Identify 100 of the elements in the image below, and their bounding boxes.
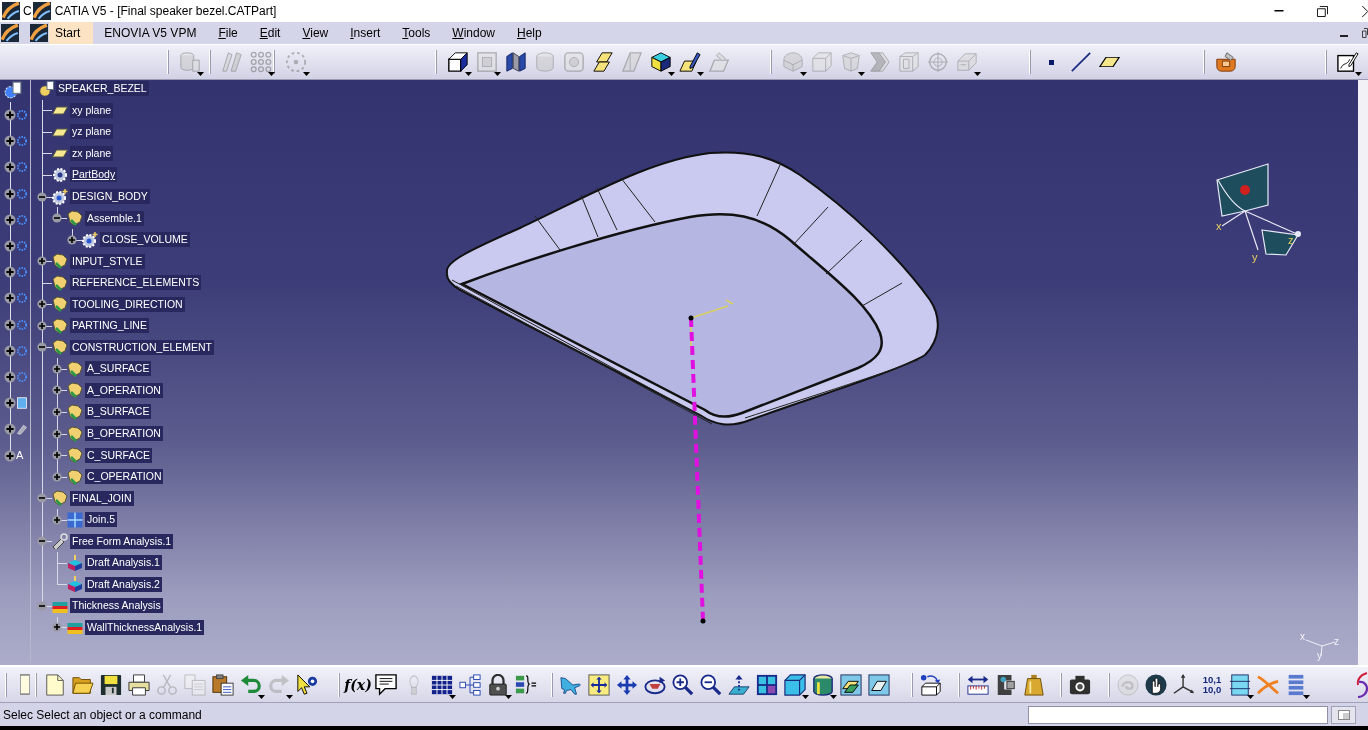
cube-view-icon[interactable] bbox=[784, 673, 806, 696]
shaded-cylinder-icon[interactable] bbox=[812, 673, 834, 696]
clamp-icon[interactable] bbox=[995, 673, 1017, 696]
box-view-icon[interactable] bbox=[1229, 673, 1251, 696]
swap-space-icon[interactable] bbox=[868, 673, 890, 696]
expand-icon[interactable] bbox=[37, 256, 47, 267]
tree-node[interactable]: B_OPERATION bbox=[85, 426, 163, 441]
cube-icon[interactable] bbox=[649, 51, 672, 73]
tree-node[interactable]: REFERENCE_ELEMENTS bbox=[70, 275, 202, 291]
expand-icon[interactable] bbox=[4, 240, 16, 253]
expand-icon[interactable] bbox=[4, 344, 16, 357]
new-document-icon[interactable] bbox=[44, 673, 66, 696]
expand-icon[interactable] bbox=[52, 428, 62, 439]
tree-node[interactable]: C_SURFACE bbox=[85, 447, 152, 463]
app-icon[interactable] bbox=[1, 24, 19, 42]
point-icon[interactable] bbox=[1049, 59, 1054, 65]
menu-item[interactable]: Insert bbox=[339, 22, 392, 44]
expand-icon[interactable] bbox=[37, 320, 47, 331]
restore-icon[interactable] bbox=[1317, 5, 1328, 17]
axis-icon[interactable] bbox=[1173, 673, 1195, 696]
close-icon[interactable] bbox=[1362, 5, 1368, 17]
draft-analysis-icon[interactable] bbox=[67, 576, 83, 593]
dropdown-caret-icon[interactable] bbox=[697, 72, 704, 76]
expand-icon[interactable] bbox=[4, 370, 16, 383]
printer-icon[interactable] bbox=[128, 673, 150, 696]
dropdown-caret-icon[interactable] bbox=[1355, 72, 1362, 76]
collapse-icon[interactable] bbox=[52, 213, 62, 224]
tree-node[interactable]: C_OPERATION bbox=[85, 469, 164, 485]
tree-node[interactable]: yz plane bbox=[70, 124, 114, 140]
dropdown-caret-icon[interactable] bbox=[830, 694, 837, 699]
dropdown-caret-icon[interactable] bbox=[505, 694, 512, 699]
blank-panel-icon[interactable] bbox=[20, 674, 30, 695]
tree-node[interactable]: B_SURFACE bbox=[85, 404, 152, 420]
list-equals-icon[interactable] bbox=[515, 673, 537, 696]
menu-item[interactable]: Help bbox=[506, 22, 553, 44]
dropdown-caret-icon[interactable] bbox=[668, 72, 675, 76]
set-icon[interactable] bbox=[52, 296, 68, 313]
set-icon[interactable] bbox=[67, 360, 83, 377]
normal-view-icon[interactable] bbox=[728, 673, 750, 696]
menu-item[interactable]: Window bbox=[441, 22, 506, 44]
set-icon[interactable] bbox=[52, 253, 68, 270]
gear-icon[interactable] bbox=[52, 166, 68, 183]
expand-icon[interactable] bbox=[4, 213, 16, 226]
expand-icon[interactable] bbox=[4, 187, 16, 200]
tree-node[interactable]: xy plane bbox=[70, 102, 114, 118]
collapse-icon[interactable] bbox=[37, 600, 47, 611]
set-icon[interactable] bbox=[52, 490, 68, 507]
hierarchy-icon[interactable] bbox=[459, 673, 481, 696]
sketch-pencil-icon[interactable] bbox=[1336, 51, 1359, 73]
menu-item[interactable]: Edit bbox=[248, 22, 292, 44]
menu-item[interactable]: Start bbox=[49, 22, 94, 44]
hide-show-icon[interactable] bbox=[840, 673, 862, 696]
set-icon[interactable] bbox=[52, 274, 68, 291]
collapse-icon[interactable] bbox=[37, 191, 47, 202]
app-icon[interactable] bbox=[30, 24, 48, 42]
app-icon[interactable] bbox=[2, 2, 20, 20]
dropdown-caret-icon[interactable] bbox=[1247, 694, 1254, 699]
minimize-icon[interactable] bbox=[1273, 10, 1285, 12]
set-icon[interactable] bbox=[67, 382, 83, 399]
tree-node[interactable]: Thickness Analysis bbox=[70, 598, 163, 614]
pencil-surface-icon[interactable] bbox=[678, 51, 701, 73]
undo-arrow-icon[interactable] bbox=[240, 673, 262, 696]
zoom-out-icon[interactable] bbox=[700, 673, 722, 696]
dropdown-caret-icon[interactable] bbox=[258, 694, 265, 699]
tree-node[interactable]: PartBody bbox=[70, 167, 118, 183]
tree-node[interactable]: zx plane bbox=[70, 145, 114, 161]
tree-node[interactable]: A_SURFACE bbox=[85, 361, 152, 377]
dropdown-caret-icon[interactable] bbox=[1303, 694, 1310, 699]
collapse-icon[interactable] bbox=[37, 493, 47, 504]
menu-item[interactable]: Tools bbox=[391, 22, 442, 44]
tree-node[interactable]: DESIGN_BODY bbox=[70, 189, 150, 204]
set-icon[interactable] bbox=[52, 317, 68, 334]
dropdown-caret-icon[interactable] bbox=[465, 72, 472, 76]
expand-icon[interactable] bbox=[67, 234, 77, 245]
hand-globe-icon[interactable] bbox=[1145, 673, 1167, 696]
part-gear-icon[interactable] bbox=[2, 81, 24, 99]
menu-item[interactable]: ENOVIA V5 VPM bbox=[93, 22, 208, 44]
expand-icon[interactable] bbox=[37, 299, 47, 310]
restore-icon[interactable] bbox=[1362, 28, 1368, 38]
speech-bubble-icon[interactable] bbox=[375, 673, 397, 696]
part-gear-icon[interactable] bbox=[38, 80, 54, 97]
tool-icon[interactable] bbox=[16, 422, 28, 437]
tree-node[interactable]: A_OPERATION bbox=[85, 382, 163, 398]
stacked-plates-icon[interactable] bbox=[591, 51, 614, 73]
draft-analysis-icon[interactable] bbox=[67, 554, 83, 571]
camera-icon[interactable] bbox=[1069, 673, 1091, 696]
tree-node[interactable]: TOOLING_DIRECTION bbox=[70, 296, 185, 312]
command-input[interactable] bbox=[1028, 705, 1328, 724]
padlock-icon[interactable] bbox=[487, 673, 509, 696]
dropdown-caret-icon[interactable] bbox=[449, 694, 456, 699]
table-icon[interactable] bbox=[431, 673, 453, 696]
tree-node[interactable]: PARTING_LINE bbox=[70, 318, 149, 334]
set-icon[interactable] bbox=[67, 425, 83, 442]
line-icon[interactable] bbox=[1070, 52, 1091, 72]
expand-icon[interactable] bbox=[52, 471, 62, 482]
menu-item[interactable]: File bbox=[207, 22, 249, 44]
tree-node[interactable]: Assemble.1 bbox=[85, 210, 144, 226]
grid-icon[interactable] bbox=[67, 511, 83, 528]
sketch-tool-icon[interactable] bbox=[1214, 51, 1237, 73]
plane-icon[interactable] bbox=[1099, 57, 1120, 67]
